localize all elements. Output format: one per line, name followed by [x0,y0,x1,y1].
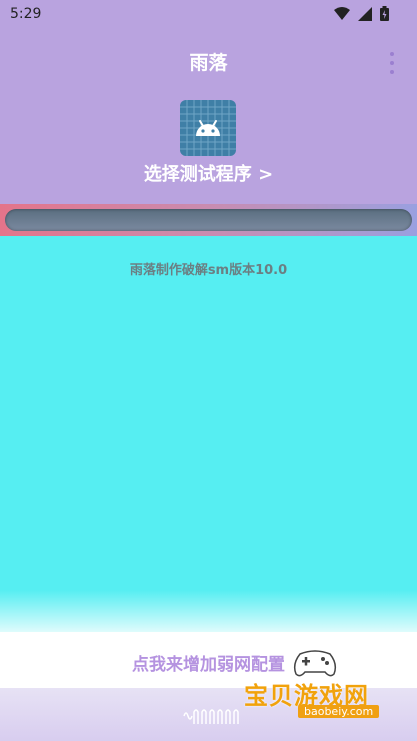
more-vert-icon[interactable] [387,52,397,74]
bottom-fade [0,590,417,634]
signal-icon [358,6,372,21]
progress-bar [0,204,417,236]
battery-icon [380,6,389,21]
status-time: 5:29 [10,6,42,22]
wifi-icon [334,6,350,20]
select-test-program-button[interactable]: 选择测试程序 > [0,160,417,186]
watermark: 宝贝游戏网 baobeiy.com [236,646,412,730]
status-icons [334,6,389,21]
android-icon[interactable] [180,100,236,156]
progress-track [5,209,412,231]
status-bar: 5:29 [0,0,417,28]
watermark-url: baobeiy.com [298,705,380,718]
header-area: 5:29 雨落 选择测试程序 > [0,0,417,205]
version-text: 雨落制作破解sm版本10.0 [129,263,288,278]
wave-decoration [183,709,239,724]
app-title: 雨落 [189,52,228,74]
